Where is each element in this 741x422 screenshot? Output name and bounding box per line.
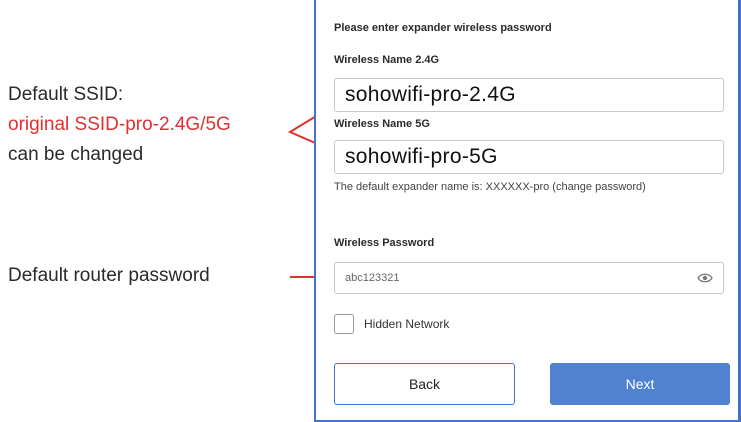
- next-button[interactable]: Next: [550, 363, 730, 405]
- back-button[interactable]: Back: [334, 363, 515, 405]
- wireless-password-label: Wireless Password: [334, 237, 435, 249]
- ssid-annotation-line3: can be changed: [8, 144, 144, 165]
- wireless-name-24-field[interactable]: [334, 78, 724, 112]
- ssid-annotation: Default SSID: original SSID-pro-2.4G/5G …: [8, 80, 231, 170]
- hidden-network-checkbox[interactable]: [334, 314, 354, 334]
- ssid-annotation-line2: original SSID-pro-2.4G/5G: [8, 114, 231, 135]
- wireless-name-24-input[interactable]: [335, 79, 723, 111]
- wireless-password-field[interactable]: [334, 262, 724, 294]
- eye-icon[interactable]: [697, 272, 713, 284]
- wireless-name-5g-input[interactable]: [335, 141, 723, 173]
- panel-heading: Please enter expander wireless password: [334, 22, 552, 34]
- hidden-network-label: Hidden Network: [364, 317, 450, 331]
- ssid-annotation-line1: Default SSID:: [8, 84, 124, 105]
- password-annotation: Default router password: [8, 265, 210, 286]
- wireless-password-input[interactable]: [335, 263, 723, 293]
- wireless-name-5g-field[interactable]: [334, 140, 724, 174]
- wireless-name-5g-label: Wireless Name 5G: [334, 118, 430, 130]
- wireless-settings-panel: Please enter expander wireless password …: [314, 0, 741, 422]
- default-name-note: The default expander name is: XXXXXX-pro…: [334, 181, 646, 193]
- wireless-name-24-label: Wireless Name 2.4G: [334, 54, 440, 66]
